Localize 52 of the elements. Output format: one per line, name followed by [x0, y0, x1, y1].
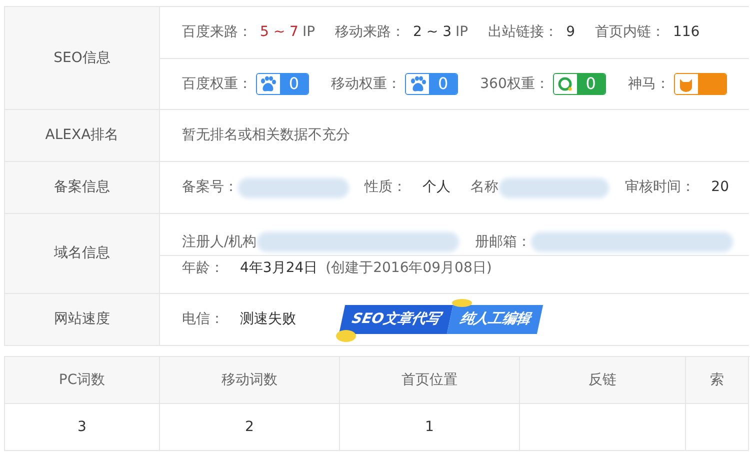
field-label: 审核时间：: [625, 178, 696, 197]
unit-label: IP: [455, 23, 468, 42]
field-label: 出站链接：: [488, 23, 558, 42]
field-label: 性质：: [364, 178, 407, 197]
field-label: 注册人/机构: [182, 232, 257, 252]
info-text: 暂无排名或相关数据不充分: [182, 126, 350, 145]
field-label: 备案号：: [182, 178, 238, 197]
field-label: 百度权重：: [182, 74, 252, 94]
ring-icon: [557, 76, 574, 92]
field-label: 移动权重：: [331, 74, 402, 94]
column-header: 首页位置: [340, 357, 520, 404]
row-label: 备案信息: [5, 162, 160, 213]
field-value: 5 ~ 7: [260, 23, 298, 42]
field-value: 4年3月24日: [240, 259, 318, 278]
field-value: 测速失败: [240, 310, 296, 329]
field-label: 册邮箱：: [474, 232, 531, 252]
dot-icon: [336, 330, 356, 342]
unit-label: IP: [302, 23, 316, 42]
field-value: 个人: [422, 178, 451, 197]
row-label: SEO信息: [5, 7, 160, 109]
banner-text: SEO文章代写: [338, 305, 453, 334]
column-header: 反链: [520, 357, 686, 404]
column-header: 移动词数: [160, 357, 340, 404]
field-label: 360权重：: [480, 74, 549, 94]
row-label: 网站速度: [5, 294, 160, 345]
date-note: (创建于2016年09月08日): [326, 259, 492, 278]
table-cell: 2: [160, 404, 340, 451]
row-label: 域名信息: [5, 214, 160, 293]
field-label: 百度来路：: [182, 23, 252, 42]
banner-text: 纯人工编辑: [446, 305, 543, 334]
field-label: 电信：: [182, 310, 224, 329]
field-label: 移动来路：: [335, 23, 406, 42]
column-header: 索: [686, 357, 749, 404]
column-header: PC词数: [5, 357, 160, 404]
field-label: 年龄：: [182, 259, 224, 278]
field-value: 9: [566, 23, 575, 42]
field-label: 神马：: [628, 74, 670, 94]
dot-icon: [452, 299, 472, 307]
field-value: 20: [711, 178, 729, 197]
paw-icon: [259, 76, 278, 92]
field-label: 名称: [470, 178, 499, 197]
weight-badge: 0: [405, 73, 458, 95]
weight-badge: 0: [256, 73, 310, 95]
table-cell: [686, 404, 749, 451]
row-label: ALEXA排名: [5, 110, 160, 161]
table-cell: 1: [340, 404, 520, 451]
weight-badge: 0: [552, 73, 606, 95]
field-value: 2 ~ 3: [413, 23, 452, 42]
paw-icon: [408, 76, 426, 92]
field-label: 首页内链：: [594, 23, 665, 42]
field-value: 116: [672, 23, 700, 42]
table-cell: 3: [5, 404, 160, 451]
